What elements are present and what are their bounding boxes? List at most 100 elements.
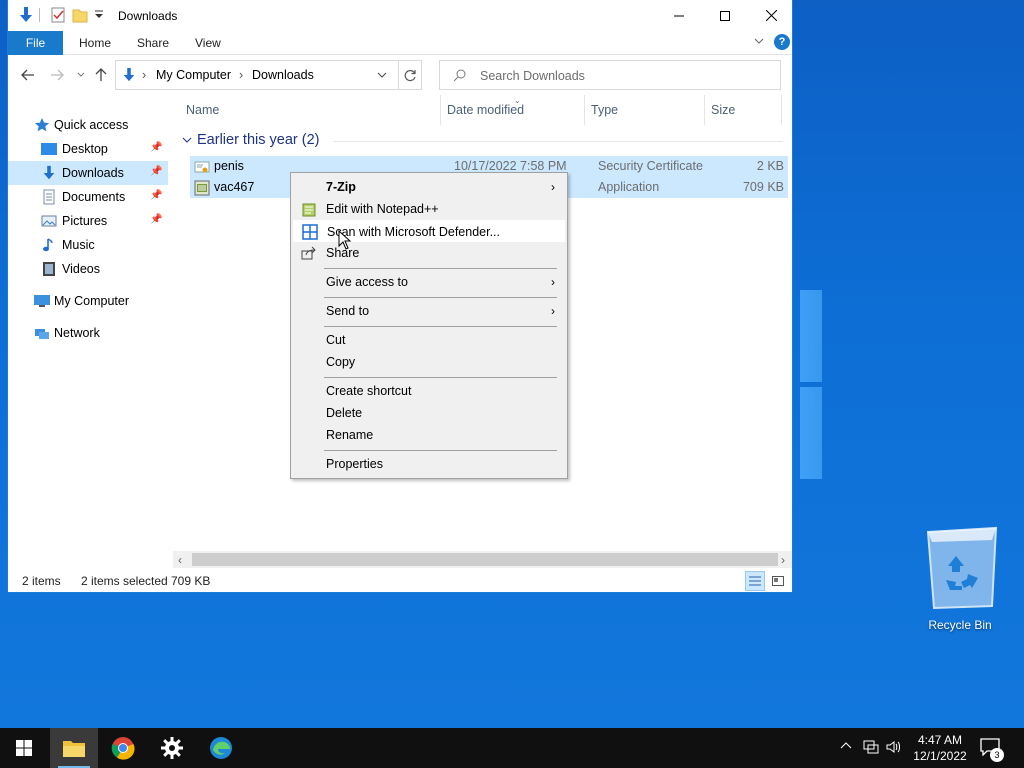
network-status-icon[interactable] — [863, 740, 879, 757]
menu-item-rename[interactable]: Rename — [293, 424, 565, 446]
toolbar-separator — [39, 8, 40, 22]
new-folder-icon[interactable] — [72, 6, 88, 27]
sidebar-item-label: Desktop — [62, 142, 108, 156]
sidebar-item-label: Videos — [62, 262, 100, 276]
close-button[interactable] — [748, 0, 794, 31]
forward-arrow-icon — [51, 69, 64, 81]
forward-button[interactable] — [47, 66, 67, 84]
window-title: Downloads — [118, 9, 178, 23]
sidebar-item-desktop[interactable]: Desktop 📌 — [8, 137, 168, 161]
refresh-button[interactable] — [398, 61, 422, 89]
maximize-button[interactable] — [702, 0, 748, 31]
expand-ribbon-icon[interactable] — [753, 35, 765, 50]
sidebar-item-videos[interactable]: Videos — [8, 257, 168, 281]
column-header-size[interactable]: Size — [711, 103, 735, 117]
selection-count: 2 items selected — [81, 574, 168, 588]
documents-icon — [41, 189, 57, 205]
sidebar-item-documents[interactable]: Documents 📌 — [8, 185, 168, 209]
pin-icon[interactable]: 📌 — [150, 142, 162, 153]
large-icons-view-button[interactable] — [768, 571, 788, 591]
back-button[interactable] — [18, 66, 38, 84]
taskbar-chrome[interactable] — [99, 728, 147, 768]
maximize-icon — [720, 10, 730, 21]
customize-toolbar-icon[interactable] — [94, 9, 104, 23]
show-hidden-icons-button[interactable] — [840, 740, 852, 755]
properties-icon[interactable] — [50, 6, 66, 27]
tab-share[interactable]: Share — [137, 31, 169, 55]
file-name: penis — [214, 159, 244, 173]
menu-item-properties[interactable]: Properties — [293, 453, 565, 475]
pin-icon[interactable]: 📌 — [150, 190, 162, 201]
status-bar: 2 items 2 items selected 709 KB — [8, 570, 792, 592]
menu-item-create-shortcut[interactable]: Create shortcut — [293, 380, 565, 402]
title-bar: Downloads — [8, 0, 792, 31]
desktop-icon — [41, 141, 57, 157]
menu-item-copy[interactable]: Copy — [293, 351, 565, 373]
search-input[interactable]: Search Downloads — [439, 60, 781, 90]
taskbar-file-explorer[interactable] — [50, 728, 98, 768]
start-button[interactable] — [0, 728, 48, 768]
menu-item-cut[interactable]: Cut — [293, 329, 565, 351]
tab-view[interactable]: View — [195, 31, 221, 55]
sidebar-item-music[interactable]: Music — [8, 233, 168, 257]
network-icon — [34, 325, 50, 341]
pin-icon[interactable]: 📌 — [150, 166, 162, 177]
column-divider[interactable] — [584, 95, 585, 125]
taskbar-settings[interactable] — [148, 728, 196, 768]
edge-icon — [210, 737, 232, 759]
tab-home[interactable]: Home — [79, 31, 111, 55]
menu-item-scan-defender[interactable]: Scan with Microsoft Defender... — [293, 220, 565, 242]
group-header[interactable]: Earlier this year (2) — [173, 130, 783, 152]
tab-file[interactable]: File — [8, 31, 63, 55]
address-history-dropdown[interactable] — [376, 69, 388, 84]
horizontal-scrollbar[interactable]: ‹ › — [173, 551, 792, 568]
up-button[interactable] — [91, 66, 111, 84]
taskbar-edge[interactable] — [197, 728, 245, 768]
column-divider[interactable] — [704, 95, 705, 125]
menu-separator — [324, 297, 557, 298]
address-bar[interactable]: › My Computer › Downloads — [115, 60, 422, 90]
chevron-down-icon — [77, 72, 85, 77]
system-clock[interactable]: 4:47 AM 12/1/2022 — [912, 732, 968, 764]
minimize-icon — [674, 15, 684, 16]
sidebar-item-downloads[interactable]: Downloads 📌 — [8, 161, 168, 185]
scroll-left-icon[interactable]: ‹ — [178, 553, 182, 567]
column-divider[interactable] — [440, 95, 441, 125]
sidebar-item-pictures[interactable]: Pictures 📌 — [8, 209, 168, 233]
column-divider[interactable] — [781, 95, 782, 125]
chevron-right-icon: › — [551, 180, 555, 194]
recycle-bin-shortcut[interactable]: Recycle Bin — [918, 522, 1002, 632]
breadcrumb-downloads[interactable]: Downloads — [252, 68, 314, 82]
menu-item-delete[interactable]: Delete — [293, 402, 565, 424]
menu-item-7zip[interactable]: 7-Zip › — [293, 176, 565, 198]
menu-item-edit-notepad[interactable]: Edit with Notepad++ — [293, 198, 565, 220]
sidebar-item-network[interactable]: Network — [8, 321, 168, 345]
details-view-button[interactable] — [745, 571, 765, 591]
clock-date: 12/1/2022 — [913, 749, 967, 763]
help-button[interactable]: ? — [774, 34, 790, 50]
scrollbar-thumb[interactable] — [192, 553, 778, 566]
refresh-icon — [404, 69, 416, 81]
menu-item-give-access[interactable]: Give access to › — [293, 271, 565, 293]
column-header-name[interactable]: Name — [186, 103, 219, 117]
column-header-type[interactable]: Type — [591, 103, 618, 117]
menu-item-send-to[interactable]: Send to › — [293, 300, 565, 322]
column-header-date[interactable]: Date modified — [447, 103, 524, 117]
pictures-icon — [41, 213, 57, 229]
sidebar-item-my-computer[interactable]: My Computer — [8, 289, 168, 313]
volume-icon[interactable] — [886, 740, 902, 757]
file-type: Security Certificate — [598, 159, 703, 173]
minimize-button[interactable] — [656, 0, 702, 31]
pin-icon[interactable]: 📌 — [150, 214, 162, 225]
breadcrumb-separator[interactable]: › — [239, 68, 243, 82]
scroll-right-icon[interactable]: › — [781, 553, 785, 567]
menu-item-label: Delete — [326, 406, 363, 420]
breadcrumb-separator[interactable]: › — [142, 68, 146, 82]
breadcrumb-my-computer[interactable]: My Computer — [156, 68, 231, 82]
download-arrow-icon — [122, 67, 136, 86]
menu-item-label: 7-Zip — [326, 180, 356, 194]
menu-item-share[interactable]: Share — [293, 242, 565, 264]
recent-locations-button[interactable] — [71, 66, 91, 84]
group-title: Earlier this year (2) — [197, 132, 320, 148]
sidebar-item-quick-access[interactable]: Quick access — [8, 113, 168, 137]
